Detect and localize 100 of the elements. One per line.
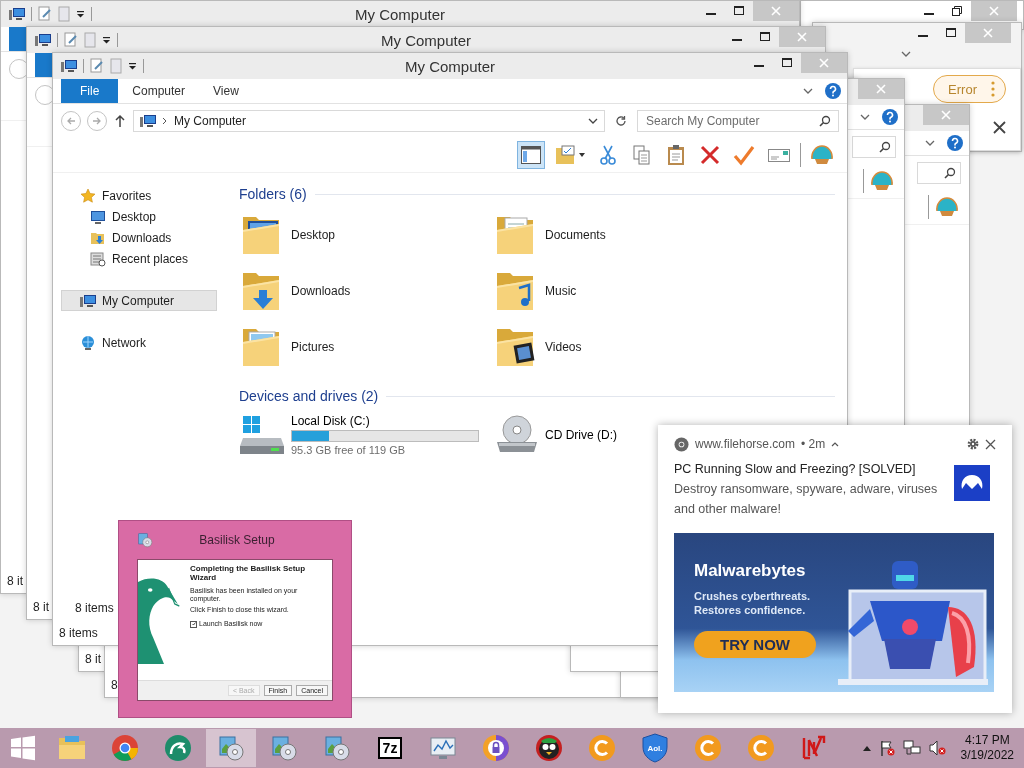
tagline: Crushes cyberthreats. (694, 589, 812, 603)
restore-icon (952, 6, 962, 16)
minimize-icon (918, 35, 928, 37)
status-text: 8 items (59, 626, 98, 640)
group-heading[interactable]: Devices and drives (2) (239, 388, 379, 404)
folder-item[interactable]: Videos (493, 319, 747, 375)
ad-banner[interactable]: Malwarebytes Crushes cyberthreats. Restores confidence. TRY NOW (674, 533, 994, 692)
minimize-icon (706, 13, 716, 15)
folder-item[interactable]: Documents (493, 207, 747, 263)
checkbox[interactable] (190, 620, 197, 628)
try-now-button[interactable]: TRY NOW (694, 631, 816, 658)
minimize-icon (924, 13, 934, 15)
folder-item[interactable]: Downloads (239, 263, 493, 319)
checkmark-icon (733, 144, 755, 166)
file-tab[interactable] (9, 27, 27, 51)
breadcrumb-chevron-icon[interactable] (162, 117, 168, 125)
chevron-down-icon[interactable] (803, 87, 813, 95)
properties-icon[interactable] (38, 6, 52, 22)
ribbon-tab[interactable]: File (61, 79, 119, 103)
folder-item[interactable]: Music (493, 263, 747, 319)
computer-icon (80, 292, 96, 309)
notification-body: Destroy ransomware, spyware, adware, viruses and other malware! (674, 481, 939, 518)
chevron-down-icon[interactable] (860, 113, 870, 121)
address-bar[interactable]: My Computer (133, 110, 605, 132)
group-heading[interactable]: Folders (6) (239, 186, 307, 202)
ribbon-tab[interactable]: View (199, 79, 253, 103)
caret-icon[interactable] (579, 153, 585, 157)
computer-icon (9, 6, 25, 22)
shell-icon[interactable] (870, 170, 894, 192)
dropdown-icon[interactable] (128, 62, 137, 70)
windows-logo-icon (9, 735, 36, 761)
notification-title: PC Running Slow and Freezing? [SOLVED] (674, 461, 917, 478)
taskbar-button[interactable]: 7z (365, 729, 415, 767)
chevron-down-icon[interactable] (588, 117, 598, 125)
search-field[interactable]: Search My Computer (637, 110, 839, 132)
copy-icon (631, 144, 653, 166)
chevron-up-icon[interactable] (831, 441, 840, 447)
folder-item[interactable]: Desktop (239, 207, 493, 263)
ribbon-tab[interactable]: Computer (118, 79, 200, 103)
clock[interactable]: 4:17 PM 3/19/2022 (954, 733, 1024, 763)
address-path: My Computer (174, 114, 248, 128)
chart-monitor-icon (429, 735, 457, 761)
taskbar-button[interactable]: Aol. (630, 729, 680, 767)
c-logo-icon (588, 734, 616, 762)
drive-item[interactable]: Local Disk (C:) 95.3 GB free of 119 GB (239, 409, 493, 461)
chevron-down-icon[interactable] (901, 49, 911, 58)
properties-icon[interactable] (64, 32, 78, 48)
close-button[interactable] (993, 121, 1006, 135)
settings-icon[interactable] (967, 438, 979, 450)
dropdown-icon[interactable] (102, 36, 111, 44)
show-hidden-icons-icon[interactable] (862, 745, 871, 751)
star-icon (80, 187, 96, 204)
installer-disc-icon (323, 734, 351, 762)
status-text: 8 items (75, 601, 114, 615)
navigation-item[interactable]: Desktop (61, 206, 217, 227)
computer-icon (140, 113, 156, 129)
navigation-item[interactable]: Downloads (61, 227, 217, 248)
drive-name: CD Drive (D:) (545, 428, 617, 442)
scissors-icon (597, 144, 619, 166)
help-icon[interactable] (825, 83, 841, 99)
c-logo-icon (747, 734, 775, 762)
computer-icon (61, 58, 77, 74)
minimize-icon (732, 39, 742, 41)
network-icon[interactable] (902, 740, 921, 756)
close-icon (771, 6, 781, 16)
navigation-item[interactable]: My Computer (61, 290, 217, 311)
window-title: My Computer (355, 5, 445, 23)
pane-layout-icon (520, 144, 542, 166)
installer-disc-icon (217, 734, 245, 762)
shell-icon[interactable] (935, 196, 959, 218)
installer-disc-icon (270, 734, 298, 762)
status-text: 8 (111, 678, 118, 692)
navigation-item[interactable]: Recent places (61, 248, 217, 269)
flag-icon[interactable] (878, 740, 895, 756)
time-text: • 2m (801, 437, 826, 451)
folder-item[interactable]: Pictures (239, 319, 493, 375)
search-field[interactable] (917, 162, 961, 184)
close-icon (989, 6, 999, 16)
status-text: 8 it (7, 574, 23, 588)
search-field[interactable] (852, 136, 896, 158)
speaker-muted-icon[interactable] (928, 740, 947, 756)
properties-icon[interactable] (90, 58, 104, 74)
drive-name: Local Disk (C:) (291, 414, 371, 428)
computer-icon (35, 32, 51, 48)
dialog-title: Basilisk Setup (198, 533, 276, 547)
navigation-item[interactable]: Favorites (61, 185, 217, 206)
help-icon[interactable] (947, 135, 963, 151)
toolbar-button[interactable] (517, 141, 545, 169)
close-icon (941, 110, 951, 120)
refresh-icon (615, 115, 627, 127)
close-icon[interactable] (985, 438, 996, 450)
chevron-down-icon[interactable] (925, 139, 935, 147)
up-arrow-icon[interactable] (113, 114, 127, 128)
navigation-item[interactable]: Network (61, 332, 217, 353)
recent-places-icon (90, 250, 106, 267)
help-icon[interactable] (882, 109, 898, 125)
file-tab[interactable] (35, 53, 53, 77)
dropdown-icon[interactable] (76, 10, 85, 18)
brand-name: Malwarebytes (694, 561, 807, 581)
close-icon (797, 32, 807, 42)
